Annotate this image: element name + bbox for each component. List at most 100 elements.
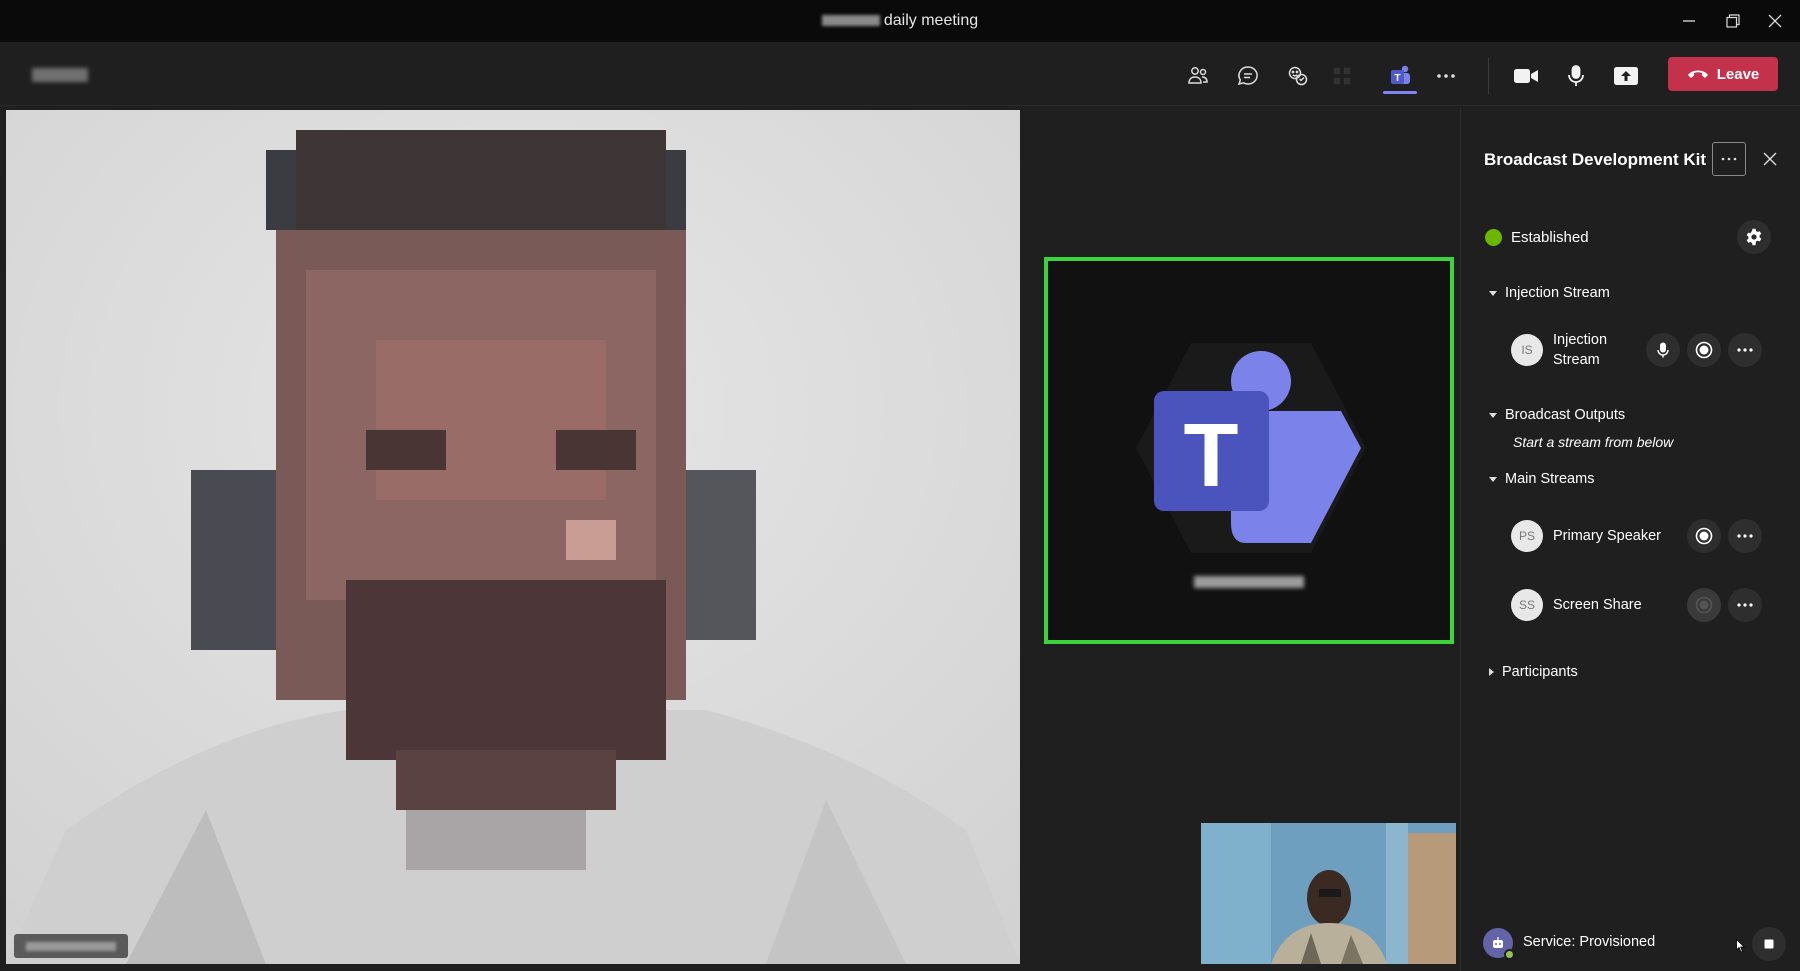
apps-icon [1333,67,1351,85]
chevron-down-icon [1489,412,1497,418]
injection-stream-section-toggle[interactable]: Injection Stream [1489,285,1610,301]
participants-section-label: Participants [1502,664,1578,680]
bot-tile-name [1048,576,1450,588]
camera-button[interactable] [1506,56,1546,96]
avatar: IS [1511,334,1543,366]
close-icon [1768,14,1782,28]
reactions-button[interactable] [1278,56,1318,96]
injection-mute-button[interactable] [1646,333,1680,367]
panel-title: Broadcast Development Kit [1484,150,1706,169]
share-screen-button[interactable] [1606,56,1646,96]
toolbar-divider [1488,58,1489,94]
service-status-label: Service: Provisioned [1523,934,1656,950]
outputs-section-label: Broadcast Outputs [1505,407,1626,423]
screen-share-row: SS Screen Share [1511,585,1781,625]
svg-text:T: T [1394,73,1400,84]
injection-section-label: Injection Stream [1505,285,1610,301]
primary-speaker-label: Primary Speaker [1553,528,1661,544]
close-window-button[interactable] [1754,0,1796,42]
self-view-video [1201,823,1456,964]
avatar: SS [1511,589,1543,621]
svg-text:T: T [1184,406,1239,506]
window-title-text: daily meeting [883,12,979,29]
microphone-icon [1657,342,1669,358]
leave-label: Leave [1716,65,1760,83]
close-icon [1763,152,1777,166]
more-icon [1721,157,1737,161]
main-streams-section-toggle[interactable]: Main Streams [1489,471,1594,487]
injection-stream-row: IS Injection Stream [1511,330,1781,370]
stop-service-button[interactable] [1752,927,1786,961]
presence-indicator [1504,949,1515,960]
hang-up-icon [1687,70,1708,78]
redacted-title-prefix [821,15,880,27]
teams-app-icon: T [1391,65,1410,84]
teams-meeting-window: daily meeting T Leave T Broadcast Develo… [0,0,1800,971]
more-actions-button[interactable] [1426,56,1466,96]
primary-speaker-row: PS Primary Speaker [1511,516,1781,556]
participants-section-toggle[interactable]: Participants [1489,664,1578,680]
bot-icon [1493,937,1503,948]
record-icon [1695,527,1713,545]
broadcast-outputs-section-toggle[interactable]: Broadcast Outputs [1489,407,1625,423]
panel-close-button[interactable] [1757,146,1783,172]
connection-status: Established [1511,229,1589,246]
injection-record-button[interactable] [1687,333,1721,367]
microphone-button[interactable] [1556,56,1596,96]
self-view-image [1201,823,1456,964]
bot-participant-tile: T [1044,257,1454,644]
main-streams-section-label: Main Streams [1505,471,1595,487]
settings-button[interactable] [1737,220,1771,254]
injection-more-button[interactable] [1728,333,1762,367]
participant-name-chip [14,934,128,958]
camera-icon [1514,69,1538,83]
record-icon [1695,596,1713,614]
status-indicator [1485,229,1502,246]
panel-more-button[interactable] [1712,142,1746,176]
apps-button[interactable] [1322,56,1362,96]
gear-icon [1746,228,1762,246]
primary-speaker-record-button[interactable] [1687,519,1721,553]
reactions-icon [1288,66,1308,86]
screen-share-label: Screen Share [1553,597,1642,613]
chat-button[interactable] [1228,56,1268,96]
title-bar: daily meeting [0,0,1800,42]
injection-stream-label-line1: Injection [1553,332,1608,348]
window-title: daily meeting [0,12,1800,30]
meeting-toolbar: T Leave [0,42,1800,106]
service-avatar [1483,928,1515,960]
active-app-indicator [1383,91,1417,94]
avatar: PS [1511,520,1543,552]
microphone-icon [1568,65,1584,86]
record-icon [1695,341,1713,359]
chevron-down-icon [1489,476,1497,482]
mouse-cursor-icon [1736,939,1746,953]
minimize-button[interactable] [1668,0,1710,42]
redacted-participant-name [26,941,116,951]
bdk-side-panel: Broadcast Development Kit Established In… [1460,108,1800,971]
participants-button[interactable] [1178,56,1218,96]
meeting-timer [32,68,88,82]
chevron-right-icon [1489,668,1494,676]
outputs-hint: Start a stream from below [1513,434,1674,450]
leave-button[interactable]: Leave [1668,57,1778,91]
chat-icon [1237,66,1258,86]
chevron-down-icon [1489,290,1497,296]
teams-logo-icon: T [1136,343,1366,553]
stop-icon [1764,939,1774,949]
more-icon [1737,534,1753,538]
primary-speaker-more-button[interactable] [1728,519,1762,553]
more-icon [1737,348,1753,352]
screen-share-record-button[interactable] [1687,588,1721,622]
screen-share-more-button[interactable] [1728,588,1762,622]
restore-button[interactable] [1712,0,1754,42]
bdk-app-button[interactable]: T [1380,56,1420,96]
injection-stream-label-line2: Stream [1553,352,1600,368]
service-status-row: Service: Provisioned [1483,927,1793,962]
more-icon [1437,74,1455,78]
share-screen-icon [1614,67,1638,85]
more-icon [1737,603,1753,607]
people-icon [1188,67,1208,84]
main-participant-video [6,110,1020,964]
pixelated-participant-video [6,110,1020,964]
